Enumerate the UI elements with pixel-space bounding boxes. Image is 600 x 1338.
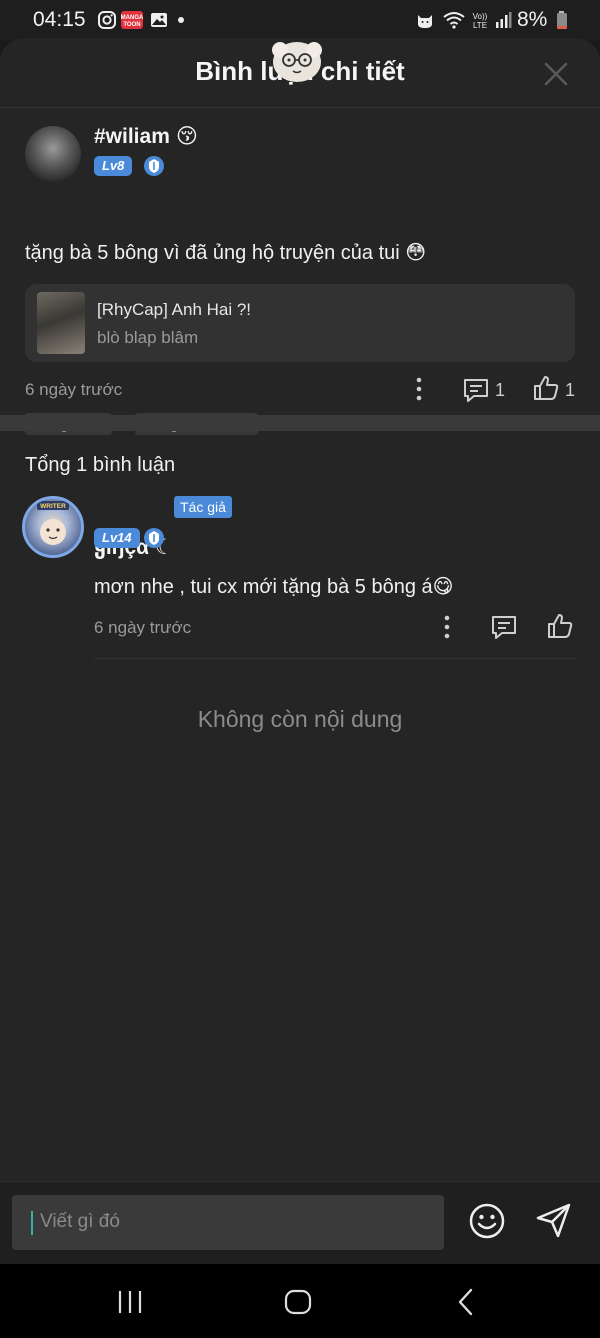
mangatoon-icon: MANGA TOON xyxy=(121,10,143,30)
svg-text:LTE: LTE xyxy=(473,21,487,30)
avatar[interactable]: WRITER xyxy=(22,496,84,558)
post-time: 6 ngày trước xyxy=(25,380,123,399)
svg-text:WRITER: WRITER xyxy=(40,503,66,510)
gallery-icon xyxy=(149,10,169,30)
like-count: 1 xyxy=(565,380,576,400)
author-badge: Tác giả xyxy=(174,496,232,518)
recents-icon[interactable] xyxy=(114,1286,146,1318)
cat-icon xyxy=(415,10,435,30)
empty-state: Không còn nội dung xyxy=(197,706,403,732)
section-divider xyxy=(0,415,600,431)
story-thumbnail xyxy=(37,292,85,354)
like-icon[interactable] xyxy=(532,374,560,402)
svg-text:Vo)): Vo)) xyxy=(473,12,488,21)
comment-time: 6 ngày trước xyxy=(94,618,192,637)
story-author: blò blap blâm xyxy=(97,328,199,347)
more-options-icon[interactable] xyxy=(433,613,461,641)
comment-composer xyxy=(0,1181,600,1264)
comment-icon[interactable] xyxy=(462,376,490,404)
avatar[interactable] xyxy=(25,126,81,182)
volte-icon: Vo)) LTE xyxy=(470,10,490,30)
system-nav-bar xyxy=(0,1264,600,1338)
emoji-icon[interactable] xyxy=(468,1202,506,1240)
close-icon[interactable] xyxy=(540,58,572,90)
comment-text: mơn nhe , tui cx mới tặng bà 5 bông á😋 xyxy=(94,576,454,598)
svg-text:TOON: TOON xyxy=(123,22,140,28)
text-caret xyxy=(31,1211,33,1235)
wifi-icon xyxy=(442,10,466,30)
comment-input[interactable] xyxy=(40,1205,420,1239)
level-badge: Lv8 xyxy=(94,156,133,176)
like-icon[interactable] xyxy=(546,612,574,640)
comment-separator xyxy=(94,658,575,659)
reply-icon[interactable] xyxy=(490,613,518,641)
status-time: 04:15 xyxy=(33,8,86,31)
comment-count: 1 xyxy=(495,380,506,400)
level-badge: Lv14 xyxy=(94,528,140,548)
story-card[interactable]: [RhyCap] Anh Hai ?! blò blap blâm xyxy=(25,284,575,362)
signal-icon xyxy=(493,10,513,30)
home-icon[interactable] xyxy=(282,1286,314,1318)
username-emoji: 😚 xyxy=(176,124,198,148)
status-bar: 04:15 MANGA TOON Vo)) LTE 8% xyxy=(0,0,600,40)
shield-icon xyxy=(143,527,165,549)
instagram-icon xyxy=(97,10,117,30)
more-options-icon[interactable] xyxy=(405,375,433,403)
send-icon[interactable] xyxy=(534,1200,574,1240)
story-title: [RhyCap] Anh Hai ?! xyxy=(97,300,252,319)
back-icon[interactable] xyxy=(451,1286,483,1318)
comment-total: Tổng 1 bình luận xyxy=(25,454,176,476)
battery-percent: 8% xyxy=(517,8,548,31)
svg-text:MANGA: MANGA xyxy=(121,15,143,21)
comment-detail-sheet: Bình luận chi tiết #wiliam 😚 Lv8 tặng bà… xyxy=(0,38,600,1264)
shield-icon xyxy=(143,155,165,177)
battery-icon xyxy=(555,10,569,30)
dot-icon xyxy=(176,10,186,30)
post-username[interactable]: #wiliam xyxy=(94,125,170,149)
post-text: tặng bà 5 bông vì đã ủng hộ truyện của t… xyxy=(25,242,427,264)
sheep-mascot-icon xyxy=(268,38,326,84)
comment-input-box[interactable] xyxy=(12,1195,444,1250)
